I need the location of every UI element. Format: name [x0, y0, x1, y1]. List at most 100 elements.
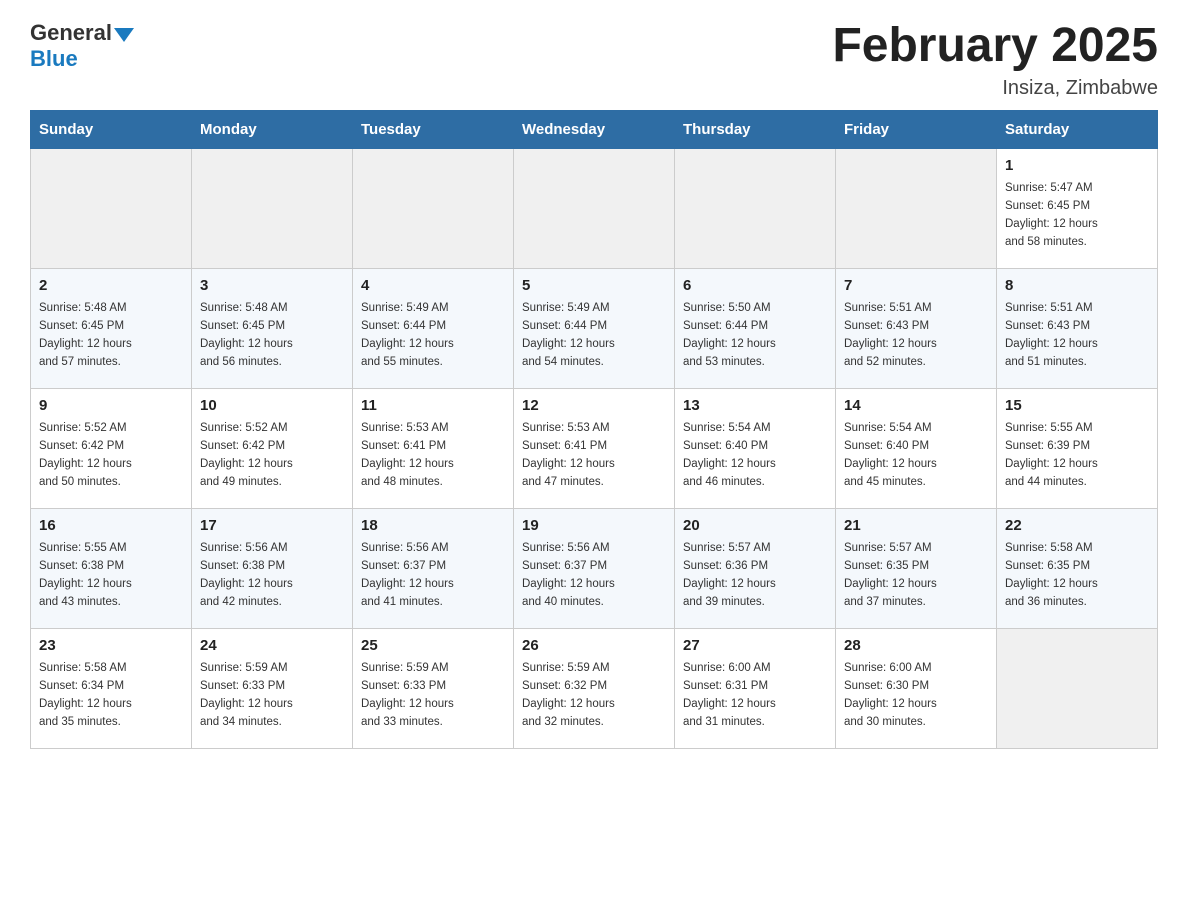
calendar-day-cell [192, 148, 353, 268]
calendar-day-cell: 12Sunrise: 5:53 AM Sunset: 6:41 PM Dayli… [514, 388, 675, 508]
day-info: Sunrise: 5:56 AM Sunset: 6:38 PM Dayligh… [200, 540, 344, 611]
calendar-day-cell: 4Sunrise: 5:49 AM Sunset: 6:44 PM Daylig… [353, 268, 514, 388]
day-of-week-header: Wednesday [514, 110, 675, 148]
calendar-day-cell [514, 148, 675, 268]
day-info: Sunrise: 5:55 AM Sunset: 6:39 PM Dayligh… [1005, 420, 1149, 491]
day-info: Sunrise: 5:51 AM Sunset: 6:43 PM Dayligh… [1005, 300, 1149, 371]
calendar-week-row: 23Sunrise: 5:58 AM Sunset: 6:34 PM Dayli… [31, 628, 1158, 748]
calendar-day-cell: 28Sunrise: 6:00 AM Sunset: 6:30 PM Dayli… [836, 628, 997, 748]
calendar-day-cell: 11Sunrise: 5:53 AM Sunset: 6:41 PM Dayli… [353, 388, 514, 508]
logo: General Blue [30, 20, 134, 72]
calendar-header-row: SundayMondayTuesdayWednesdayThursdayFrid… [31, 110, 1158, 148]
day-number: 25 [361, 635, 505, 658]
day-number: 28 [844, 635, 988, 658]
location-label: Insiza, Zimbabwe [832, 77, 1158, 100]
day-number: 7 [844, 275, 988, 298]
calendar-day-cell: 16Sunrise: 5:55 AM Sunset: 6:38 PM Dayli… [31, 508, 192, 628]
calendar-day-cell: 8Sunrise: 5:51 AM Sunset: 6:43 PM Daylig… [997, 268, 1158, 388]
calendar-table: SundayMondayTuesdayWednesdayThursdayFrid… [30, 110, 1158, 749]
day-of-week-header: Friday [836, 110, 997, 148]
day-info: Sunrise: 5:49 AM Sunset: 6:44 PM Dayligh… [522, 300, 666, 371]
day-info: Sunrise: 5:48 AM Sunset: 6:45 PM Dayligh… [200, 300, 344, 371]
calendar-day-cell: 15Sunrise: 5:55 AM Sunset: 6:39 PM Dayli… [997, 388, 1158, 508]
calendar-day-cell: 9Sunrise: 5:52 AM Sunset: 6:42 PM Daylig… [31, 388, 192, 508]
calendar-day-cell: 26Sunrise: 5:59 AM Sunset: 6:32 PM Dayli… [514, 628, 675, 748]
logo-blue-text: Blue [30, 46, 134, 72]
day-number: 11 [361, 395, 505, 418]
day-number: 3 [200, 275, 344, 298]
calendar-day-cell: 21Sunrise: 5:57 AM Sunset: 6:35 PM Dayli… [836, 508, 997, 628]
day-number: 12 [522, 395, 666, 418]
logo-general-text: General [30, 20, 112, 46]
day-info: Sunrise: 5:49 AM Sunset: 6:44 PM Dayligh… [361, 300, 505, 371]
day-number: 16 [39, 515, 183, 538]
calendar-day-cell [836, 148, 997, 268]
calendar-day-cell: 7Sunrise: 5:51 AM Sunset: 6:43 PM Daylig… [836, 268, 997, 388]
calendar-day-cell [997, 628, 1158, 748]
day-number: 27 [683, 635, 827, 658]
day-info: Sunrise: 5:59 AM Sunset: 6:32 PM Dayligh… [522, 660, 666, 731]
day-number: 13 [683, 395, 827, 418]
day-of-week-header: Sunday [31, 110, 192, 148]
day-of-week-header: Tuesday [353, 110, 514, 148]
day-info: Sunrise: 6:00 AM Sunset: 6:30 PM Dayligh… [844, 660, 988, 731]
day-of-week-header: Monday [192, 110, 353, 148]
calendar-day-cell: 19Sunrise: 5:56 AM Sunset: 6:37 PM Dayli… [514, 508, 675, 628]
calendar-day-cell: 27Sunrise: 6:00 AM Sunset: 6:31 PM Dayli… [675, 628, 836, 748]
calendar-day-cell: 3Sunrise: 5:48 AM Sunset: 6:45 PM Daylig… [192, 268, 353, 388]
day-of-week-header: Saturday [997, 110, 1158, 148]
day-info: Sunrise: 5:48 AM Sunset: 6:45 PM Dayligh… [39, 300, 183, 371]
calendar-day-cell: 22Sunrise: 5:58 AM Sunset: 6:35 PM Dayli… [997, 508, 1158, 628]
day-number: 2 [39, 275, 183, 298]
calendar-week-row: 9Sunrise: 5:52 AM Sunset: 6:42 PM Daylig… [31, 388, 1158, 508]
day-of-week-header: Thursday [675, 110, 836, 148]
calendar-day-cell: 6Sunrise: 5:50 AM Sunset: 6:44 PM Daylig… [675, 268, 836, 388]
day-info: Sunrise: 5:50 AM Sunset: 6:44 PM Dayligh… [683, 300, 827, 371]
calendar-day-cell [353, 148, 514, 268]
day-info: Sunrise: 5:52 AM Sunset: 6:42 PM Dayligh… [200, 420, 344, 491]
calendar-day-cell: 25Sunrise: 5:59 AM Sunset: 6:33 PM Dayli… [353, 628, 514, 748]
day-info: Sunrise: 5:56 AM Sunset: 6:37 PM Dayligh… [361, 540, 505, 611]
calendar-day-cell: 5Sunrise: 5:49 AM Sunset: 6:44 PM Daylig… [514, 268, 675, 388]
day-number: 9 [39, 395, 183, 418]
day-info: Sunrise: 5:52 AM Sunset: 6:42 PM Dayligh… [39, 420, 183, 491]
calendar-week-row: 16Sunrise: 5:55 AM Sunset: 6:38 PM Dayli… [31, 508, 1158, 628]
day-number: 14 [844, 395, 988, 418]
day-number: 17 [200, 515, 344, 538]
calendar-day-cell: 10Sunrise: 5:52 AM Sunset: 6:42 PM Dayli… [192, 388, 353, 508]
page-header: General Blue February 2025 Insiza, Zimba… [30, 20, 1158, 100]
calendar-day-cell: 1Sunrise: 5:47 AM Sunset: 6:45 PM Daylig… [997, 148, 1158, 268]
day-number: 26 [522, 635, 666, 658]
day-info: Sunrise: 5:55 AM Sunset: 6:38 PM Dayligh… [39, 540, 183, 611]
calendar-day-cell: 2Sunrise: 5:48 AM Sunset: 6:45 PM Daylig… [31, 268, 192, 388]
month-title: February 2025 [832, 20, 1158, 73]
day-info: Sunrise: 5:59 AM Sunset: 6:33 PM Dayligh… [361, 660, 505, 731]
day-number: 8 [1005, 275, 1149, 298]
day-info: Sunrise: 5:54 AM Sunset: 6:40 PM Dayligh… [844, 420, 988, 491]
calendar-day-cell: 24Sunrise: 5:59 AM Sunset: 6:33 PM Dayli… [192, 628, 353, 748]
day-info: Sunrise: 5:47 AM Sunset: 6:45 PM Dayligh… [1005, 180, 1149, 251]
day-info: Sunrise: 5:56 AM Sunset: 6:37 PM Dayligh… [522, 540, 666, 611]
title-area: February 2025 Insiza, Zimbabwe [832, 20, 1158, 100]
day-info: Sunrise: 5:58 AM Sunset: 6:34 PM Dayligh… [39, 660, 183, 731]
calendar-day-cell: 17Sunrise: 5:56 AM Sunset: 6:38 PM Dayli… [192, 508, 353, 628]
calendar-day-cell: 13Sunrise: 5:54 AM Sunset: 6:40 PM Dayli… [675, 388, 836, 508]
day-info: Sunrise: 5:54 AM Sunset: 6:40 PM Dayligh… [683, 420, 827, 491]
day-info: Sunrise: 5:51 AM Sunset: 6:43 PM Dayligh… [844, 300, 988, 371]
day-number: 23 [39, 635, 183, 658]
day-info: Sunrise: 5:53 AM Sunset: 6:41 PM Dayligh… [361, 420, 505, 491]
day-number: 10 [200, 395, 344, 418]
day-number: 19 [522, 515, 666, 538]
day-info: Sunrise: 5:57 AM Sunset: 6:36 PM Dayligh… [683, 540, 827, 611]
day-info: Sunrise: 5:53 AM Sunset: 6:41 PM Dayligh… [522, 420, 666, 491]
day-info: Sunrise: 5:58 AM Sunset: 6:35 PM Dayligh… [1005, 540, 1149, 611]
day-number: 4 [361, 275, 505, 298]
calendar-day-cell: 14Sunrise: 5:54 AM Sunset: 6:40 PM Dayli… [836, 388, 997, 508]
calendar-week-row: 1Sunrise: 5:47 AM Sunset: 6:45 PM Daylig… [31, 148, 1158, 268]
calendar-day-cell: 23Sunrise: 5:58 AM Sunset: 6:34 PM Dayli… [31, 628, 192, 748]
calendar-day-cell [31, 148, 192, 268]
calendar-week-row: 2Sunrise: 5:48 AM Sunset: 6:45 PM Daylig… [31, 268, 1158, 388]
calendar-day-cell: 18Sunrise: 5:56 AM Sunset: 6:37 PM Dayli… [353, 508, 514, 628]
day-number: 1 [1005, 155, 1149, 178]
day-number: 6 [683, 275, 827, 298]
